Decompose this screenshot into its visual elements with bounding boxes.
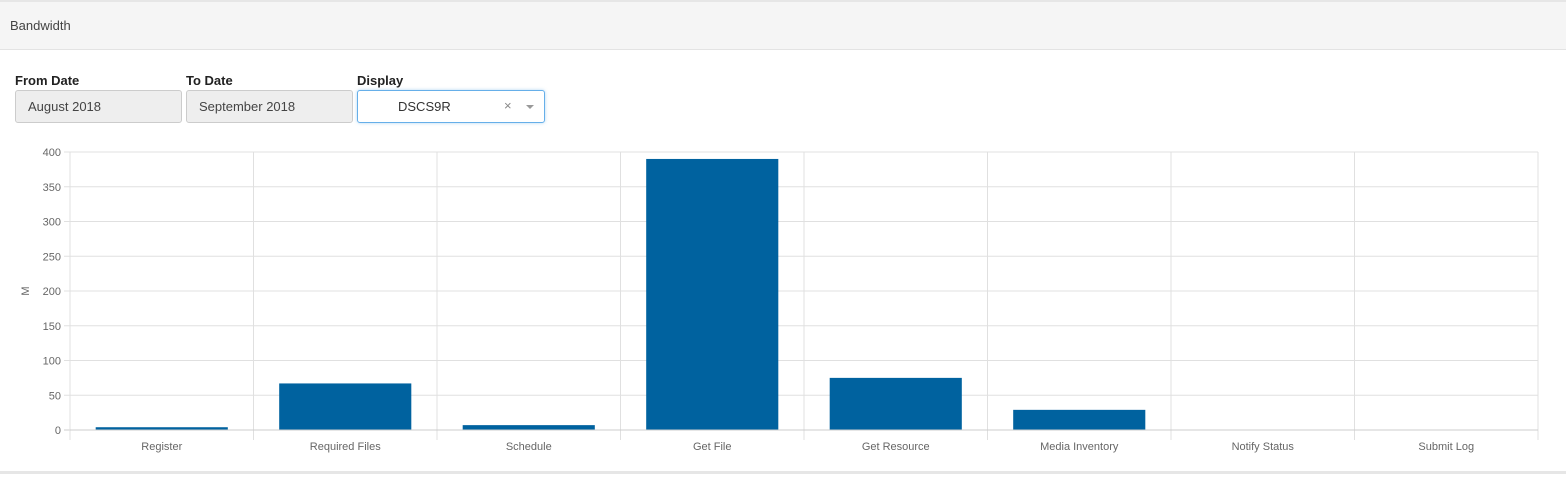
x-tick-label: Notify Status xyxy=(1232,441,1295,453)
bar-schedule[interactable] xyxy=(462,425,595,430)
y-tick-label: 300 xyxy=(43,217,61,229)
panel-heading: Bandwidth xyxy=(0,2,1566,50)
panel-title: Bandwidth xyxy=(10,18,71,33)
from-date-input[interactable]: August 2018 xyxy=(15,90,182,123)
to-date-label: To Date xyxy=(186,73,233,88)
x-tick-label: Get File xyxy=(693,441,732,453)
y-tick-label: 100 xyxy=(43,356,61,368)
y-axis-title: M xyxy=(20,286,32,295)
bandwidth-bar-chart: 0 50 100 150 200 250 300 350 400 Register Required… xyxy=(20,147,1539,453)
x-tick-label: Media Inventory xyxy=(1040,441,1119,453)
bar-get-file[interactable] xyxy=(646,158,779,430)
x-tick-label: Register xyxy=(141,441,182,453)
y-tick-label: 50 xyxy=(49,390,61,402)
display-label: Display xyxy=(357,73,404,88)
caret-down-icon[interactable] xyxy=(526,105,534,109)
y-tick-label: 400 xyxy=(43,147,61,159)
bar-media-inventory[interactable] xyxy=(1013,409,1146,430)
clear-selection-icon[interactable]: × xyxy=(504,98,512,113)
x-tick-label: Submit Log xyxy=(1418,441,1474,453)
y-tick-label: 250 xyxy=(43,251,61,263)
display-select-value: DSCS9R xyxy=(398,99,451,114)
x-tick-label: Required Files xyxy=(310,441,381,453)
to-date-input[interactable]: September 2018 xyxy=(186,90,353,123)
y-tick-label: 0 xyxy=(55,425,61,437)
y-tick-label: 350 xyxy=(43,182,61,194)
x-tick-label: Get Resource xyxy=(862,441,930,453)
y-tick-label: 200 xyxy=(43,286,61,298)
bar-required-files[interactable] xyxy=(279,383,412,430)
x-tick-label: Schedule xyxy=(506,441,552,453)
y-tick-label: 150 xyxy=(43,321,61,333)
display-select[interactable]: DSCS9R × xyxy=(357,90,545,123)
from-date-label: From Date xyxy=(15,73,80,88)
bar-get-resource[interactable] xyxy=(829,377,962,430)
bandwidth-panel: Bandwidth From Date August 2018 To Date … xyxy=(0,0,1566,474)
